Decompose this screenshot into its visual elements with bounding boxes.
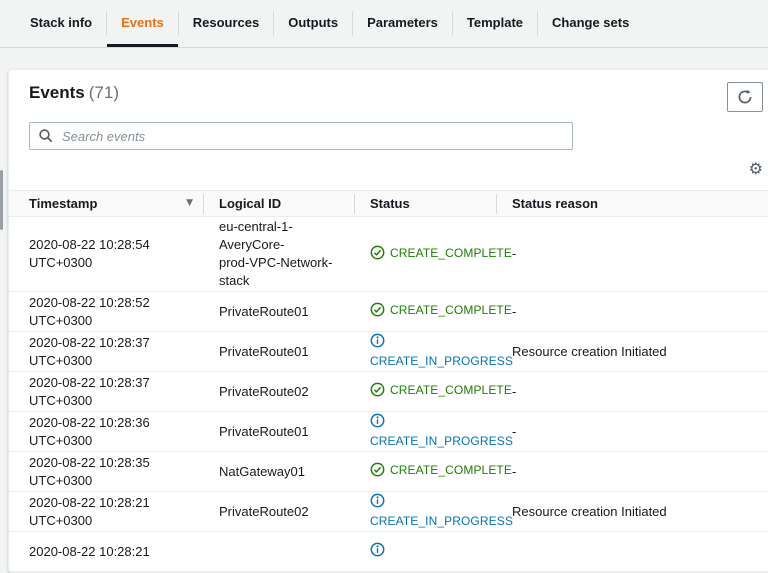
scrollbar-thumb[interactable] xyxy=(0,170,3,230)
status-cell xyxy=(354,531,496,572)
tab-label: Events xyxy=(121,14,164,30)
events-count-badge: (71) xyxy=(88,83,119,102)
gear-icon[interactable]: ⚙ xyxy=(749,161,763,177)
tab-label: Outputs xyxy=(288,14,339,30)
table-header-row: Timestamp ▼ Logical ID Status Status rea… xyxy=(9,190,768,217)
tab-outputs[interactable]: Outputs xyxy=(274,0,352,47)
column-header-status-reason: Status reason xyxy=(496,190,768,217)
status-label: CREATE_COMPLETE xyxy=(390,463,512,477)
column-label: Timestamp xyxy=(29,196,98,211)
status-complete-icon xyxy=(370,245,385,265)
sort-desc-icon[interactable]: ▼ xyxy=(186,199,193,208)
logical-id-cell: PrivateRoute01 xyxy=(203,291,354,332)
status-label: CREATE_IN_PROGRESS xyxy=(370,514,513,528)
tab-label: Parameters xyxy=(367,14,438,30)
search-box xyxy=(29,122,573,150)
timestamp-cell: 2020-08-22 10:28:21 UTC+0300 xyxy=(9,491,203,532)
events-table-body: 2020-08-22 10:28:54 UTC+0300 eu-central-1… xyxy=(9,216,768,572)
page-title: Events (71) xyxy=(29,82,119,104)
event-row: 2020-08-22 10:28:21 UTC+0300 PrivateRoute… xyxy=(9,491,768,532)
tab-events[interactable]: Events xyxy=(107,0,178,47)
event-row: 2020-08-22 10:28:54 UTC+0300 eu-central-1… xyxy=(9,216,768,292)
status-label: CREATE_IN_PROGRESS xyxy=(370,354,513,368)
tab-label: Change sets xyxy=(552,14,630,30)
logical-id-cell xyxy=(203,531,354,572)
logical-id-cell: NatGateway01 xyxy=(203,451,354,492)
column-label: Status xyxy=(370,196,410,211)
status-complete-icon xyxy=(370,382,385,402)
event-row: 2020-08-22 10:28:21 xyxy=(9,531,768,572)
status-reason-cell xyxy=(496,531,768,572)
tab-change-sets[interactable]: Change sets xyxy=(538,0,643,47)
logical-id-cell: PrivateRoute02 xyxy=(203,491,354,532)
timestamp-cell: 2020-08-22 10:28:21 xyxy=(9,531,203,572)
status-in-progress-icon xyxy=(370,493,488,510)
search-input[interactable] xyxy=(29,122,573,150)
preferences-row: ⚙ xyxy=(9,150,768,180)
stack-detail-tab-bar: Stack info Events Resources Outputs Para… xyxy=(0,0,768,48)
status-complete-icon xyxy=(370,302,385,322)
tab-template[interactable]: Template xyxy=(453,0,537,47)
search-row xyxy=(9,112,768,150)
status-cell: CREATE_COMPLETE xyxy=(354,216,512,292)
column-header-logical-id: Logical ID xyxy=(203,190,354,217)
timestamp-cell: 2020-08-22 10:28:52 UTC+0300 xyxy=(9,291,203,332)
logical-id-cell: PrivateRoute02 xyxy=(203,371,354,412)
status-label: CREATE_IN_PROGRESS xyxy=(370,434,513,448)
status-reason-cell: - xyxy=(496,216,768,292)
logical-id-cell: eu-central-1-AveryCore- prod-VPC-Network… xyxy=(203,216,354,292)
column-header-timestamp[interactable]: Timestamp ▼ xyxy=(9,190,203,217)
status-label: CREATE_COMPLETE xyxy=(390,245,512,260)
timestamp-cell: 2020-08-22 10:28:37 UTC+0300 xyxy=(9,371,203,412)
refresh-icon xyxy=(737,89,753,105)
status-cell: CREATE_COMPLETE xyxy=(354,291,512,332)
event-row: 2020-08-22 10:28:37 UTC+0300 PrivateRoute… xyxy=(9,371,768,412)
timestamp-cell: 2020-08-22 10:28:54 UTC+0300 xyxy=(9,216,203,292)
status-in-progress-icon xyxy=(370,333,488,350)
timestamp-cell: 2020-08-22 10:28:37 UTC+0300 xyxy=(9,331,203,372)
event-row: 2020-08-22 10:28:37 UTC+0300 PrivateRoute… xyxy=(9,331,768,372)
tab-label: Stack info xyxy=(30,14,93,30)
status-in-progress-icon xyxy=(370,413,488,430)
timestamp-cell: 2020-08-22 10:28:36 UTC+0300 xyxy=(9,411,203,452)
column-header-status: Status xyxy=(354,190,496,217)
refresh-button[interactable] xyxy=(727,82,763,112)
tab-label: Resources xyxy=(192,14,260,30)
logical-id-cell: PrivateRoute01 xyxy=(203,331,354,372)
column-label: Logical ID xyxy=(219,196,282,211)
logical-id-cell: PrivateRoute01 xyxy=(203,411,354,452)
status-cell: CREATE_COMPLETE xyxy=(354,371,512,412)
event-row: 2020-08-22 10:28:35 UTC+0300 NatGateway01… xyxy=(9,451,768,492)
events-title-text: Events xyxy=(29,83,85,102)
event-row: 2020-08-22 10:28:36 UTC+0300 PrivateRoute… xyxy=(9,411,768,452)
status-reason-cell: - xyxy=(496,371,768,412)
events-table: Timestamp ▼ Logical ID Status Status rea… xyxy=(9,190,768,572)
tab-stack-info[interactable]: Stack info xyxy=(16,0,106,47)
tab-resources[interactable]: Resources xyxy=(179,0,273,47)
status-complete-icon xyxy=(370,462,385,482)
events-panel: Events(71) ⚙ xyxy=(8,69,768,573)
status-cell: CREATE_IN_PROGRESS xyxy=(354,491,513,532)
tab-parameters[interactable]: Parameters xyxy=(353,0,452,47)
status-reason-cell: - xyxy=(496,451,768,492)
status-cell: CREATE_IN_PROGRESS xyxy=(354,411,513,452)
status-in-progress-icon xyxy=(370,542,488,559)
status-reason-cell: - xyxy=(496,291,768,332)
status-reason-cell: Resource creation Initiated xyxy=(496,331,768,372)
status-reason-cell: Resource creation Initiated xyxy=(496,491,768,532)
events-panel-header: Events (71) xyxy=(9,70,768,112)
status-reason-cell: - xyxy=(496,411,768,452)
status-cell: CREATE_COMPLETE xyxy=(354,451,512,492)
tab-label: Template xyxy=(466,14,524,30)
status-label: CREATE_COMPLETE xyxy=(390,383,512,397)
timestamp-cell: 2020-08-22 10:28:35 UTC+0300 xyxy=(9,451,203,492)
event-row: 2020-08-22 10:28:52 UTC+0300 PrivateRoute… xyxy=(9,291,768,332)
status-label: CREATE_COMPLETE xyxy=(390,303,512,317)
column-label: Status reason xyxy=(512,196,598,211)
status-cell: CREATE_IN_PROGRESS xyxy=(354,331,513,372)
